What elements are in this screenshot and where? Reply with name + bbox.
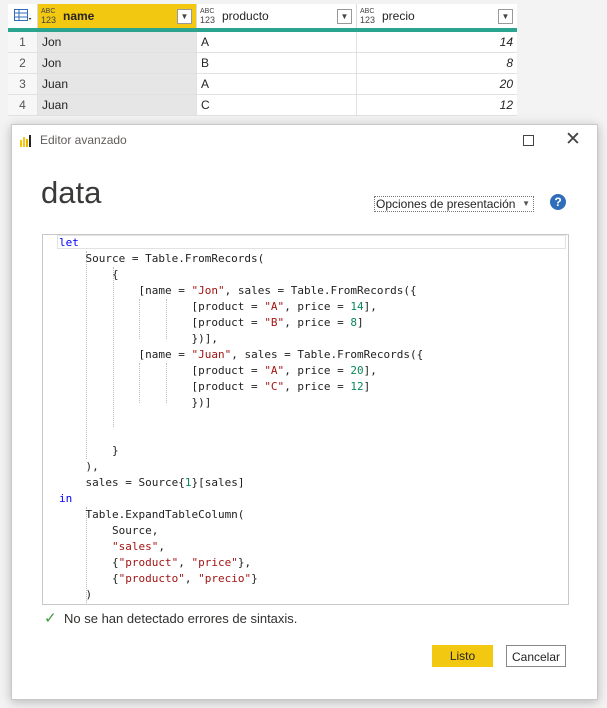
dialog-titlebar[interactable]: Editor avanzado ✕ <box>12 125 597 155</box>
code-line: { <box>59 268 119 281</box>
code-line: Source, <box>59 524 159 537</box>
code-line: [product = "B", price = 8] <box>59 316 364 329</box>
code-line: {"producto", "precio"} <box>59 572 258 585</box>
cell-name[interactable]: Juan <box>38 95 197 115</box>
code-line: Table.ExpandTableColumn( <box>59 508 245 521</box>
row-index: 1 <box>8 32 38 52</box>
cell-producto[interactable]: A <box>197 32 357 52</box>
help-icon[interactable]: ? <box>550 194 566 210</box>
row-index: 2 <box>8 53 38 73</box>
column-header-name[interactable]: ABC 123 name ▼ <box>38 4 197 28</box>
data-preview-grid: ABC 123 name ▼ ABC 123 producto ▼ ABC 123 p… <box>8 4 517 116</box>
type-any-icon: ABC 123 <box>360 8 376 25</box>
cell-precio[interactable]: 20 <box>357 74 517 94</box>
power-bi-icon <box>20 135 31 147</box>
column-header-precio[interactable]: ABC 123 precio ▼ <box>357 4 517 28</box>
cell-producto[interactable]: C <box>197 95 357 115</box>
cell-precio[interactable]: 14 <box>357 32 517 52</box>
cell-name[interactable]: Juan <box>38 74 197 94</box>
syntax-status: ✓ No se han detectado errores de sintaxis… <box>44 609 297 627</box>
row-index: 4 <box>8 95 38 115</box>
code-line: {"product", "price"}, <box>59 556 252 569</box>
code-line: in <box>59 492 73 505</box>
display-options-dropdown[interactable]: Opciones de presentación ▼ <box>374 196 534 212</box>
code-line: })], <box>59 332 218 345</box>
code-line: let <box>59 236 79 249</box>
table-row[interactable]: 4 Juan C 12 <box>8 95 517 116</box>
cell-precio[interactable]: 8 <box>357 53 517 73</box>
close-icon: ✕ <box>565 129 581 150</box>
chevron-down-icon: ▼ <box>522 199 530 208</box>
cell-producto[interactable]: B <box>197 53 357 73</box>
code-line: })] <box>59 396 212 409</box>
code-line: [product = "A", price = 14], <box>59 300 377 313</box>
column-header-label: name <box>63 9 95 23</box>
maximize-button[interactable] <box>514 129 542 151</box>
code-line: "sales", <box>111 540 165 553</box>
code-line: ), <box>59 460 99 473</box>
type-any-icon: ABC 123 <box>200 8 216 25</box>
column-header-producto[interactable]: ABC 123 producto ▼ <box>197 4 357 28</box>
cell-name[interactable]: Jon <box>38 32 197 52</box>
code-line: [name = "Juan", sales = Table.FromRecord… <box>59 348 424 361</box>
cell-name[interactable]: Jon <box>38 53 197 73</box>
code-line: [product = "A", price = 20], <box>59 364 377 377</box>
maximize-icon <box>522 134 534 146</box>
column-filter-dropdown-icon[interactable]: ▼ <box>498 8 513 24</box>
code-editor[interactable]: let Source = Table.FromRecords( { [name … <box>42 234 569 605</box>
done-button[interactable]: Listo <box>432 645 493 667</box>
current-line-highlight <box>57 235 566 249</box>
code-line: } <box>59 444 119 457</box>
close-button[interactable]: ✕ <box>559 129 587 151</box>
column-header-label: precio <box>382 9 415 23</box>
table-row[interactable]: 3 Juan A 20 <box>8 74 517 95</box>
dialog-title: Editor avanzado <box>40 133 127 147</box>
code-line: ) <box>59 588 93 601</box>
cancel-button[interactable]: Cancelar <box>506 645 566 667</box>
row-index: 3 <box>8 74 38 94</box>
column-filter-dropdown-icon[interactable]: ▼ <box>337 8 352 24</box>
column-filter-dropdown-icon[interactable]: ▼ <box>177 8 192 24</box>
cell-precio[interactable]: 12 <box>357 95 517 115</box>
column-header-label: producto <box>222 9 269 23</box>
table-row[interactable]: 2 Jon B 8 <box>8 53 517 74</box>
table-row[interactable]: 1 Jon A 14 <box>8 32 517 53</box>
cell-producto[interactable]: A <box>197 74 357 94</box>
code-line: [product = "C", price = 12] <box>59 380 371 393</box>
code-line: sales = Source{1}[sales] <box>59 476 245 489</box>
code-line: Source = Table.FromRecords( <box>59 252 265 265</box>
advanced-editor-dialog: Editor avanzado ✕ data Opciones de prese… <box>11 124 598 700</box>
syntax-status-text: No se han detectado errores de sintaxis. <box>64 611 298 626</box>
display-options-label: Opciones de presentación <box>376 197 516 211</box>
checkmark-icon: ✓ <box>44 610 57 627</box>
code-line: [name = "Jon", sales = Table.FromRecords… <box>59 284 417 297</box>
table-menu-icon[interactable] <box>8 4 38 28</box>
query-name-title: data <box>41 175 102 210</box>
type-any-icon: ABC 123 <box>41 8 57 25</box>
grid-header: ABC 123 name ▼ ABC 123 producto ▼ ABC 123 p… <box>8 4 517 32</box>
